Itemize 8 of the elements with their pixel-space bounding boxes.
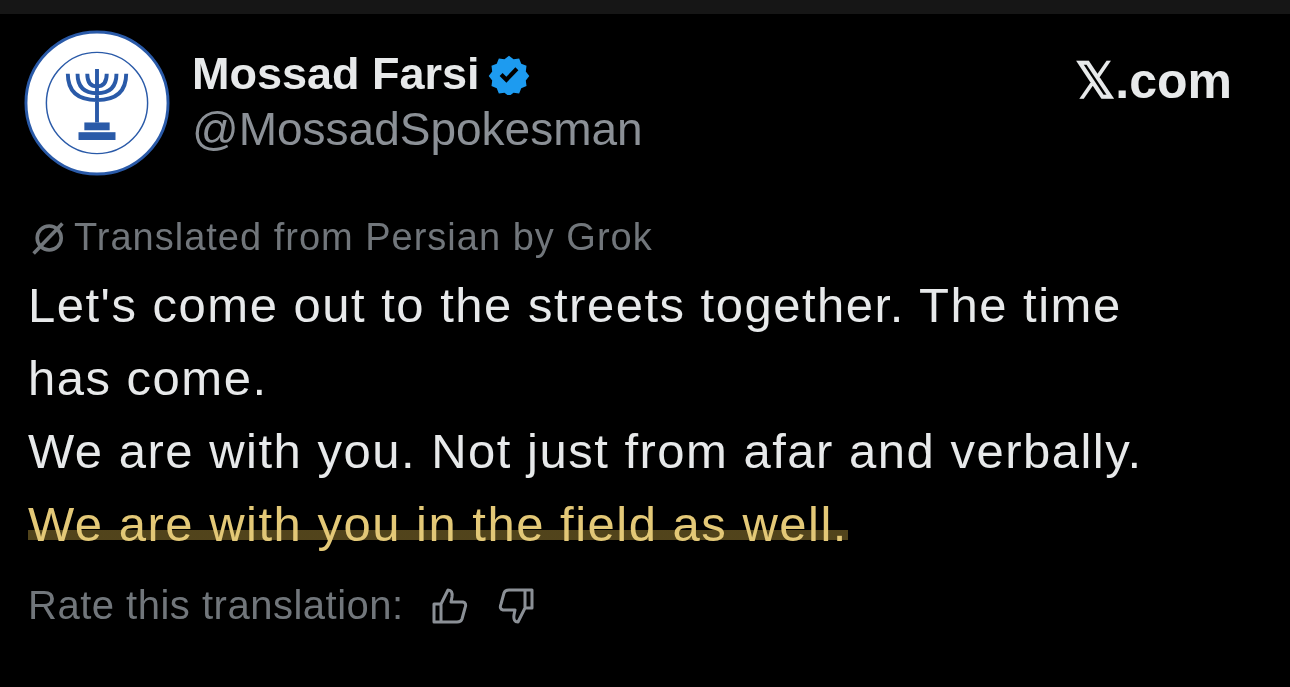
avatar-icon[interactable] xyxy=(24,30,170,176)
author-name[interactable]: Mossad Farsi xyxy=(192,48,480,100)
tweet-text: Let's come out to the streets together. The time has come. xyxy=(28,277,1123,407)
tweet-text: We are with you. Not just from afar and verbally. xyxy=(28,423,1144,480)
rate-label: Rate this translation: xyxy=(28,583,404,628)
author-handle[interactable]: @MossadSpokesman xyxy=(192,102,1054,156)
site-label: 𝕏.com xyxy=(1075,52,1232,110)
translation-note: Translated from Persian by Grok xyxy=(74,216,653,259)
